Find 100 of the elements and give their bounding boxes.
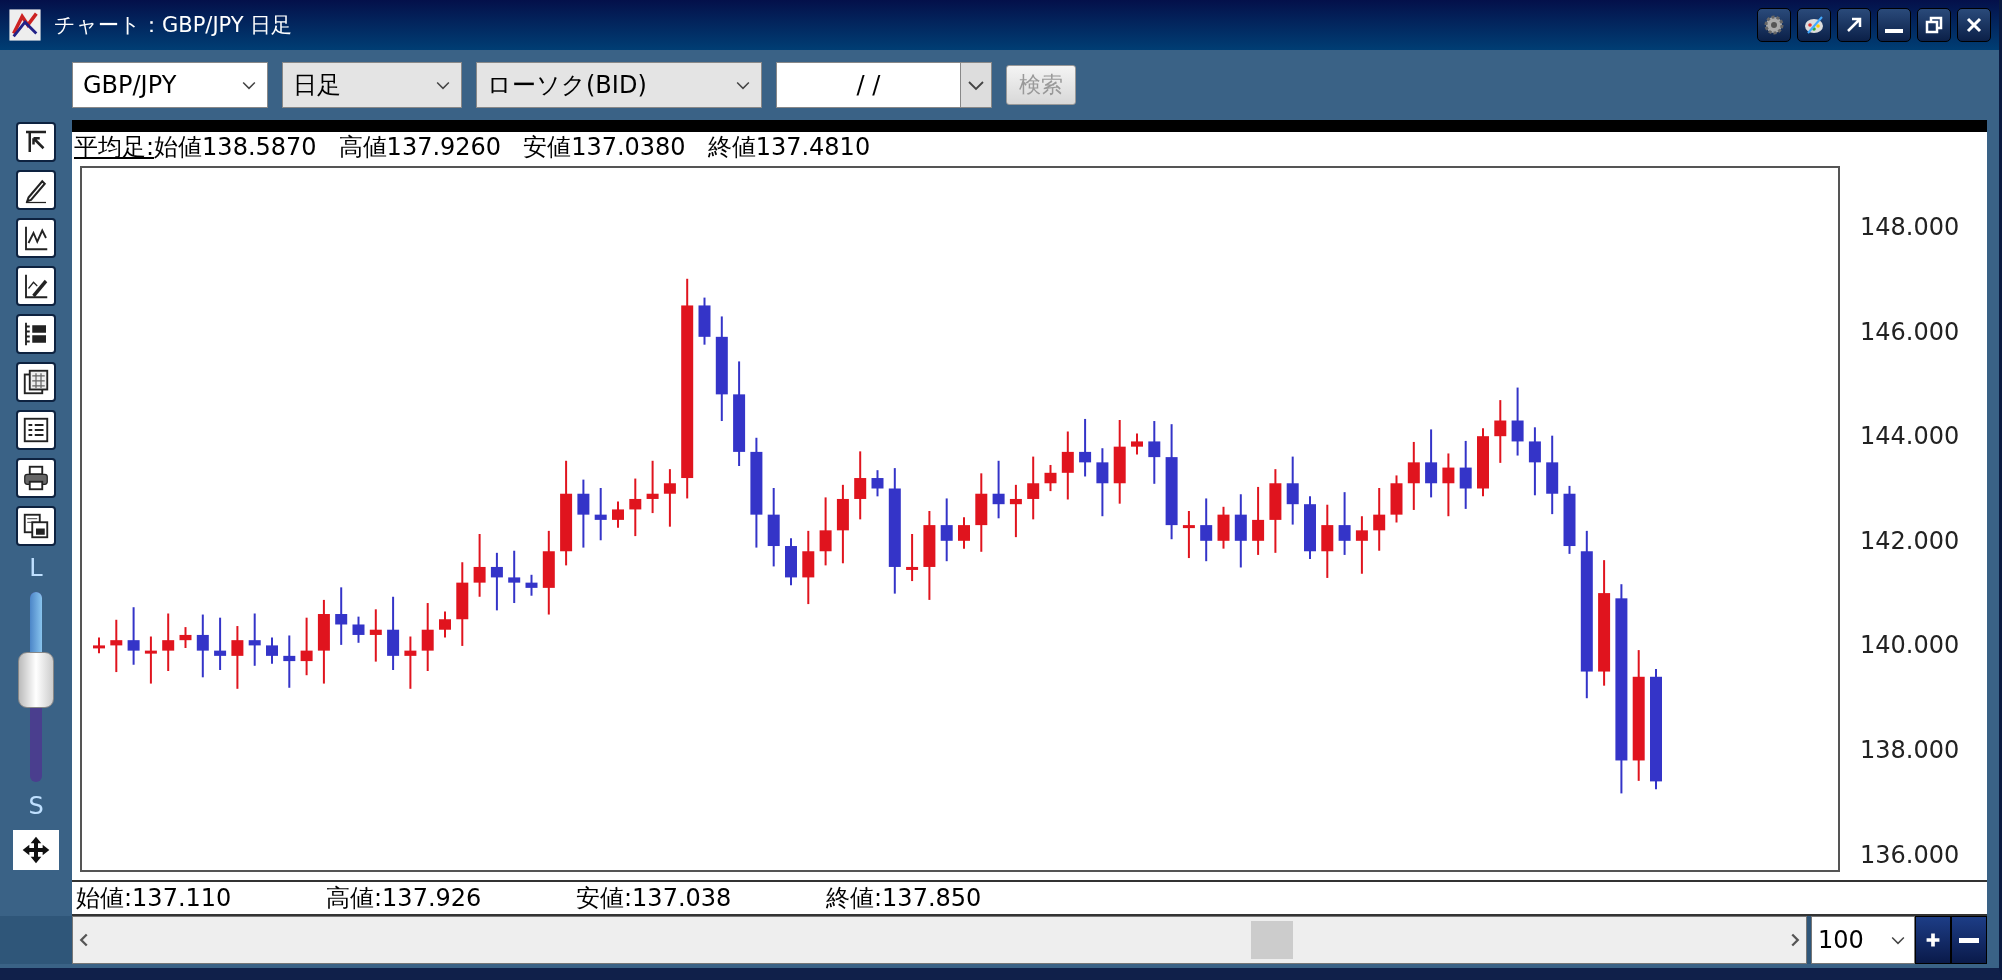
scroll-thumb[interactable] xyxy=(1251,921,1293,959)
grid-window-tool[interactable] xyxy=(16,362,56,402)
candle xyxy=(179,626,192,649)
dropdown[interactable]: ローソク(BID) xyxy=(476,62,762,108)
candle xyxy=(629,477,642,538)
candle xyxy=(162,612,175,673)
price-value: 始値:137.110 xyxy=(76,883,233,914)
price-value: 安値:137.038 xyxy=(576,883,733,914)
candle xyxy=(646,459,659,515)
price-value: 終値:137.850 xyxy=(826,883,983,914)
candle xyxy=(871,469,884,498)
minimize-icon xyxy=(1885,29,1903,33)
candle xyxy=(1459,439,1472,510)
candle xyxy=(335,586,348,646)
candle xyxy=(508,549,521,605)
y-axis-label: 138.000 xyxy=(1860,736,1960,764)
price-value: 終値137.4810 xyxy=(707,132,871,163)
candle xyxy=(1027,455,1040,521)
candle xyxy=(473,533,486,598)
dropdown[interactable]: GBP/JPY xyxy=(72,62,268,108)
candle xyxy=(1442,452,1455,518)
palette-button[interactable] xyxy=(1797,8,1831,42)
slider-top-label: L xyxy=(29,554,43,582)
candle xyxy=(612,500,624,529)
app-logo-icon xyxy=(8,8,42,42)
candle xyxy=(283,634,296,689)
candle xyxy=(214,616,227,671)
candle xyxy=(1407,440,1420,511)
copy-window-tool[interactable] xyxy=(16,506,56,546)
candle xyxy=(1061,430,1074,501)
price-value: 始値138.5870 xyxy=(154,132,317,163)
candle xyxy=(663,468,676,528)
four-way-arrow-icon xyxy=(20,834,52,866)
move-tool[interactable] xyxy=(13,830,59,870)
candle xyxy=(1096,447,1109,518)
candle xyxy=(266,636,278,665)
price-ruler-tool[interactable] xyxy=(16,314,56,354)
candle xyxy=(1390,474,1403,524)
candle xyxy=(1355,515,1368,575)
minus-icon xyxy=(1959,937,1979,943)
price-value: 安値137.0380 xyxy=(523,132,686,163)
candle xyxy=(439,610,451,639)
candle xyxy=(1009,483,1022,539)
candle xyxy=(127,606,140,666)
window-title: チャート：GBP/JPY 日足 xyxy=(54,12,294,39)
candle xyxy=(110,618,123,674)
candle xyxy=(1425,428,1438,499)
candle xyxy=(1252,485,1265,556)
candle xyxy=(1528,426,1541,497)
candle xyxy=(819,496,832,567)
arrow-button[interactable] xyxy=(1837,8,1871,42)
zoom-in-button[interactable] xyxy=(1915,916,1951,964)
candle xyxy=(594,487,607,542)
slider-thumb[interactable] xyxy=(18,652,54,709)
print-tool[interactable] xyxy=(16,458,56,498)
list-window-tool[interactable] xyxy=(16,410,56,450)
candle xyxy=(1338,491,1351,556)
horizontal-scrollbar[interactable] xyxy=(72,916,1807,964)
y-axis-label: 140.000 xyxy=(1860,631,1960,660)
y-axis-label: 146.000 xyxy=(1860,317,1960,346)
average-bar-label: 平均足: xyxy=(74,132,155,163)
print-icon xyxy=(21,463,51,493)
date-field[interactable]: / / xyxy=(776,62,960,108)
candle xyxy=(525,573,538,597)
zoom-dropdown[interactable]: 100 xyxy=(1811,916,1915,964)
candle xyxy=(231,625,244,690)
candle xyxy=(958,516,970,550)
candle xyxy=(1373,487,1386,552)
candle xyxy=(1182,510,1195,560)
chart-edit-tool[interactable] xyxy=(16,266,56,306)
candle xyxy=(1511,386,1524,457)
close-button[interactable] xyxy=(1957,8,1991,42)
date-picker-button[interactable] xyxy=(960,62,992,108)
candle xyxy=(1563,484,1576,555)
dropdown[interactable]: 日足 xyxy=(282,62,462,108)
candle xyxy=(404,635,417,690)
candle xyxy=(1286,455,1299,526)
candle xyxy=(369,608,382,663)
minimize-button[interactable] xyxy=(1877,8,1911,42)
pencil-tool[interactable] xyxy=(16,170,56,210)
settings-button[interactable] xyxy=(1757,8,1791,42)
indicator-chart-tool[interactable] xyxy=(16,218,56,258)
cursor-arrow-tool[interactable] xyxy=(16,122,56,162)
candle xyxy=(421,602,434,673)
y-axis-label: 144.000 xyxy=(1860,422,1960,451)
candle xyxy=(785,537,797,587)
zoom-out-button[interactable] xyxy=(1951,916,1987,964)
candle xyxy=(577,478,590,549)
price-value: 高値137.9260 xyxy=(338,132,502,163)
y-axis-label: 148.000 xyxy=(1860,213,1960,241)
candle xyxy=(992,459,1005,520)
candle xyxy=(906,533,919,583)
candle xyxy=(1079,417,1092,478)
restore-button[interactable] xyxy=(1917,8,1951,42)
copy-window-icon xyxy=(21,511,51,541)
candle xyxy=(698,296,711,346)
candle xyxy=(1200,497,1213,563)
list-window-icon xyxy=(21,415,51,445)
candle xyxy=(1217,505,1230,550)
candle xyxy=(352,615,365,644)
